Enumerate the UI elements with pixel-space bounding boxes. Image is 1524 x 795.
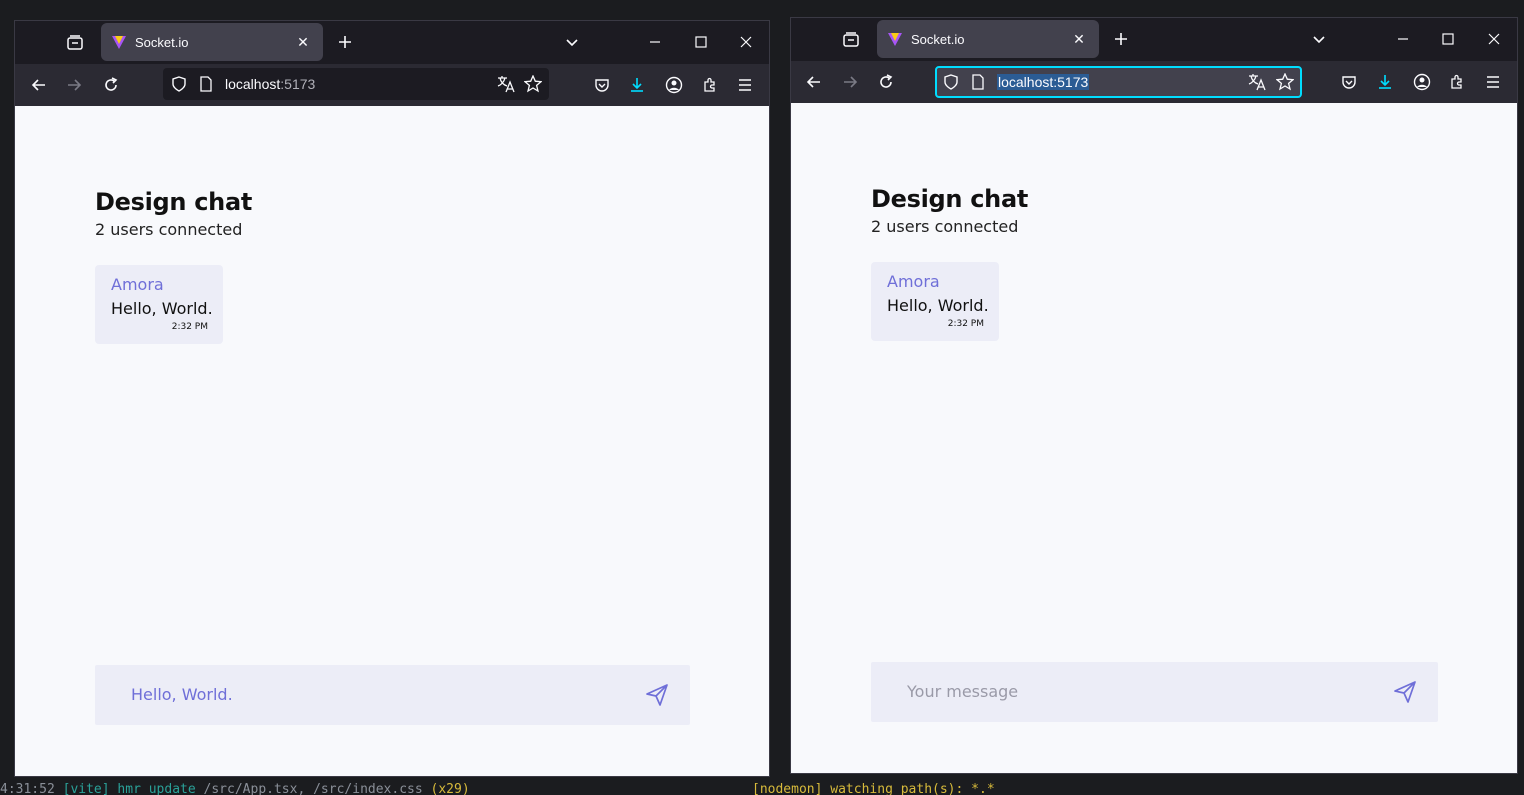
app-menu-icon[interactable] [1479,68,1507,96]
url-bar[interactable]: localhost:5173 [163,68,549,100]
tracking-protection-shield-icon[interactable] [943,74,959,90]
message-author: Amora [111,275,164,294]
downloads-icon[interactable] [1371,68,1399,96]
tracking-protection-shield-icon[interactable] [171,76,187,92]
url-host: localhost [225,76,281,92]
tab-socketio[interactable]: Socket.io ✕ [877,20,1099,58]
list-all-tabs-icon[interactable] [1305,25,1333,53]
new-tab-icon[interactable] [331,28,359,56]
account-icon[interactable] [1408,68,1436,96]
pocket-icon[interactable] [1335,68,1363,96]
message-text: Hello, World. [887,296,989,315]
reload-icon[interactable] [97,71,125,99]
browser-window-right: Socket.io ✕ localhost:5173 Design chat 2… [790,17,1518,774]
translate-icon[interactable] [497,75,515,93]
message-input[interactable]: Hello, World. [131,685,233,704]
close-tab-icon[interactable]: ✕ [1069,29,1089,49]
tab-strip: Socket.io ✕ [791,18,1517,62]
nav-toolbar: localhost:5173 [791,61,1517,103]
minimize-icon[interactable] [641,28,669,56]
tab-socketio[interactable]: Socket.io ✕ [101,23,323,61]
users-connected-count: 2 users connected [95,220,243,239]
message-author: Amora [887,272,940,291]
message-time: 2:32 PM [947,319,984,329]
close-window-icon[interactable] [732,28,760,56]
back-arrow-icon[interactable] [800,68,828,96]
pocket-icon[interactable] [588,71,616,99]
chat-title: Design chat [871,185,1029,213]
nav-toolbar: localhost:5173 [15,64,769,106]
message-bubble: Amora Hello, World. 2:32 PM [95,265,223,344]
extensions-icon[interactable] [1443,68,1471,96]
close-window-icon[interactable] [1480,25,1508,53]
maximize-icon[interactable] [1434,25,1462,53]
tab-strip: Socket.io ✕ [15,21,769,65]
downloads-icon[interactable] [623,71,651,99]
firefox-view-icon [67,35,83,50]
send-icon[interactable] [644,682,670,708]
close-tab-icon[interactable]: ✕ [293,32,313,52]
maximize-icon[interactable] [687,28,715,56]
message-composer: Hello, World. [95,665,690,725]
extensions-icon[interactable] [696,71,724,99]
firefox-view-button[interactable] [60,28,90,58]
message-bubble: Amora Hello, World. 2:32 PM [871,262,999,341]
url-port: :5173 [280,76,316,92]
translate-icon[interactable] [1248,73,1266,91]
chat-title: Design chat [95,188,253,216]
back-arrow-icon[interactable] [25,71,53,99]
firefox-view-button[interactable] [836,25,866,55]
forward-arrow-icon[interactable] [60,71,88,99]
tab-title: Socket.io [911,31,965,47]
account-icon[interactable] [660,71,688,99]
bookmark-star-icon[interactable] [1276,73,1294,91]
vite-favicon-icon [112,36,126,49]
browser-window-left: Socket.io ✕ localhost:5173 Design chat 2… [14,20,770,777]
terminal-right-line: [nodemon] watching path(s): *.* [752,782,995,795]
url-bar[interactable]: localhost:5173 [935,66,1302,98]
minimize-icon[interactable] [1389,25,1417,53]
app-menu-icon[interactable] [731,71,759,99]
message-input[interactable]: Your message [907,682,1018,701]
terminal-left-line: 4:31:52 [vite] hmr update /src/App.tsx, … [0,782,470,795]
message-composer: Your message [871,662,1438,722]
page-info-icon[interactable] [971,74,987,90]
users-connected-count: 2 users connected [871,217,1019,236]
reload-icon[interactable] [872,68,900,96]
page-content: Design chat 2 users connected Amora Hell… [791,103,1517,773]
new-tab-icon[interactable] [1107,25,1135,53]
bookmark-star-icon[interactable] [524,75,542,93]
page-content: Design chat 2 users connected Amora Hell… [15,106,769,776]
forward-arrow-icon[interactable] [836,68,864,96]
vite-favicon-icon [888,33,902,46]
url-text-selected: localhost:5173 [997,74,1090,90]
tab-title: Socket.io [135,34,189,50]
list-all-tabs-icon[interactable] [558,28,586,56]
send-icon[interactable] [1392,679,1418,705]
url-text: localhost:5173 [225,76,315,92]
page-info-icon[interactable] [199,76,215,92]
message-time: 2:32 PM [171,322,208,332]
firefox-view-icon [843,32,859,47]
message-text: Hello, World. [111,299,213,318]
